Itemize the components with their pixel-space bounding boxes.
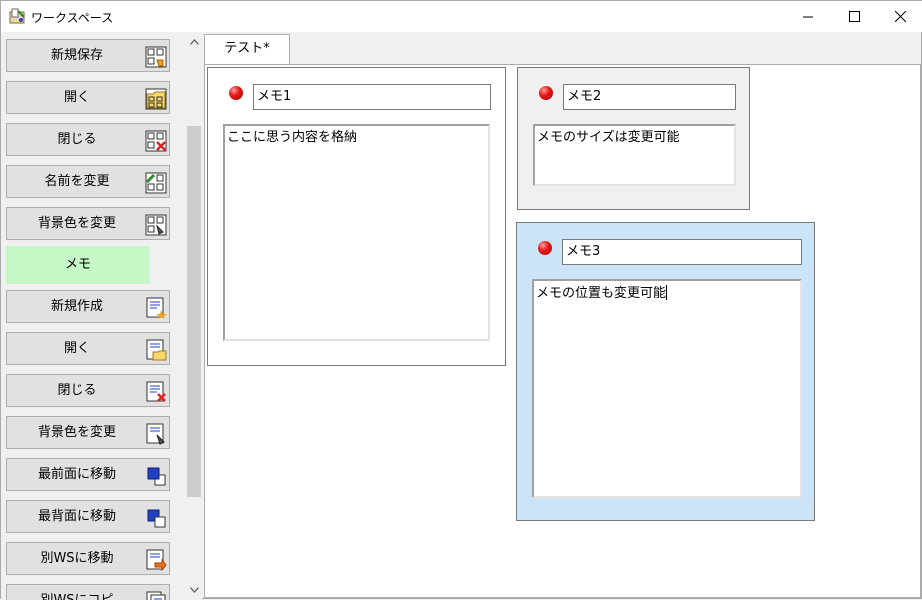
memo-new-button[interactable]: 新規作成	[6, 290, 170, 323]
button-label: 新規作成	[50, 299, 103, 314]
button-label: 別WSに移動	[40, 551, 114, 566]
text-caret	[666, 285, 668, 300]
doc-new-icon	[146, 297, 167, 319]
grid-open-icon	[145, 88, 167, 110]
doc-color-icon	[146, 423, 165, 445]
chevron-down-icon	[189, 587, 199, 593]
bring-front-icon	[147, 467, 166, 486]
grid-close-icon	[145, 130, 167, 152]
memo-status-dot-icon	[539, 86, 553, 100]
workspace-save-button[interactable]: 新規保存	[6, 39, 170, 72]
bring-to-front-button[interactable]: 最前面に移動	[6, 458, 170, 491]
memo-title-input[interactable]: メモ1	[253, 84, 491, 110]
button-label: 閉じる	[57, 132, 97, 147]
maximize-icon	[848, 11, 860, 22]
button-label: 背景色を変更	[37, 216, 116, 231]
memo-2[interactable]: メモ2 メモのサイズは変更可能	[517, 67, 750, 210]
workspace-tabstrip: テスト*	[204, 32, 921, 65]
memo-body-textarea[interactable]: メモの位置も変更可能	[532, 279, 802, 498]
doc-close-icon	[146, 381, 166, 402]
maximize-button[interactable]	[831, 1, 877, 32]
button-label: 新規保存	[50, 48, 103, 63]
workspace-open-button[interactable]: 開く	[6, 81, 170, 114]
memo-title-input[interactable]: メモ2	[563, 84, 736, 110]
sidebar-scrollbar[interactable]	[186, 32, 202, 600]
workspace-color-button[interactable]: 背景色を変更	[6, 207, 170, 240]
memo-3[interactable]: メモ3 メモの位置も変更可能	[516, 222, 815, 521]
memo-body-textarea[interactable]: ここに思う内容を格納	[223, 124, 490, 341]
scroll-up-button[interactable]	[186, 34, 202, 50]
memo-section-header: メモ	[6, 246, 150, 284]
button-label: 別WSにコピ	[7, 585, 147, 600]
close-button[interactable]	[877, 1, 922, 32]
memo-status-dot-icon	[538, 241, 552, 255]
grid-save-icon	[145, 46, 167, 68]
scroll-down-button[interactable]	[186, 582, 202, 598]
chevron-up-icon	[189, 39, 199, 45]
grid-color-icon	[145, 214, 167, 236]
memo-body-text: メモの位置も変更可能	[536, 286, 667, 301]
minimize-icon	[802, 16, 813, 18]
memo-open-button[interactable]: 開く	[6, 332, 170, 365]
copy-to-other-ws-button[interactable]: 別WSにコピ	[6, 584, 170, 600]
send-to-back-button[interactable]: 最背面に移動	[6, 500, 170, 533]
doc-move-icon	[146, 549, 167, 571]
memo-title-input[interactable]: メモ3	[562, 239, 802, 265]
close-icon	[894, 11, 906, 22]
button-label: 開く	[63, 341, 90, 356]
scroll-thumb[interactable]	[187, 126, 201, 497]
memo-color-button[interactable]: 背景色を変更	[6, 416, 170, 449]
doc-open-icon	[146, 339, 167, 361]
app-icon	[9, 8, 25, 24]
sidebar: 新規保存 開く 閉じる 名前を変更 背景色を変更 メモ 新規作成 開く 閉じる …	[1, 32, 186, 600]
title-bar[interactable]: ワークスペース	[1, 1, 922, 32]
button-label: 背景色を変更	[37, 425, 116, 440]
move-to-other-ws-button[interactable]: 別WSに移動	[6, 542, 170, 575]
workspace-canvas[interactable]: メモ1 ここに思う内容を格納 メモ2 メモのサイズは変更可能 メモ3 メモの位置…	[204, 64, 921, 598]
button-label: 閉じる	[57, 383, 97, 398]
button-label: 最前面に移動	[37, 467, 116, 482]
window-title: ワークスペース	[31, 11, 114, 25]
memo-close-button[interactable]: 閉じる	[6, 374, 170, 407]
button-label: 開く	[63, 90, 90, 105]
memo-body-textarea[interactable]: メモのサイズは変更可能	[533, 124, 736, 186]
grid-rename-icon	[145, 172, 167, 194]
app-window: ワークスペース 新規保存 開く 閉じる 名前を変更 背景色を変更 メモ 新規作成…	[0, 0, 922, 600]
send-back-icon	[147, 509, 166, 528]
tab-test[interactable]: テスト*	[204, 34, 290, 65]
minimize-button[interactable]	[785, 1, 831, 32]
workspace-rename-button[interactable]: 名前を変更	[6, 165, 170, 198]
memo-1[interactable]: メモ1 ここに思う内容を格納	[207, 67, 506, 366]
button-label: 名前を変更	[44, 174, 110, 189]
memo-status-dot-icon	[229, 86, 243, 100]
workspace-close-button[interactable]: 閉じる	[6, 123, 170, 156]
button-label: 最背面に移動	[37, 509, 116, 524]
